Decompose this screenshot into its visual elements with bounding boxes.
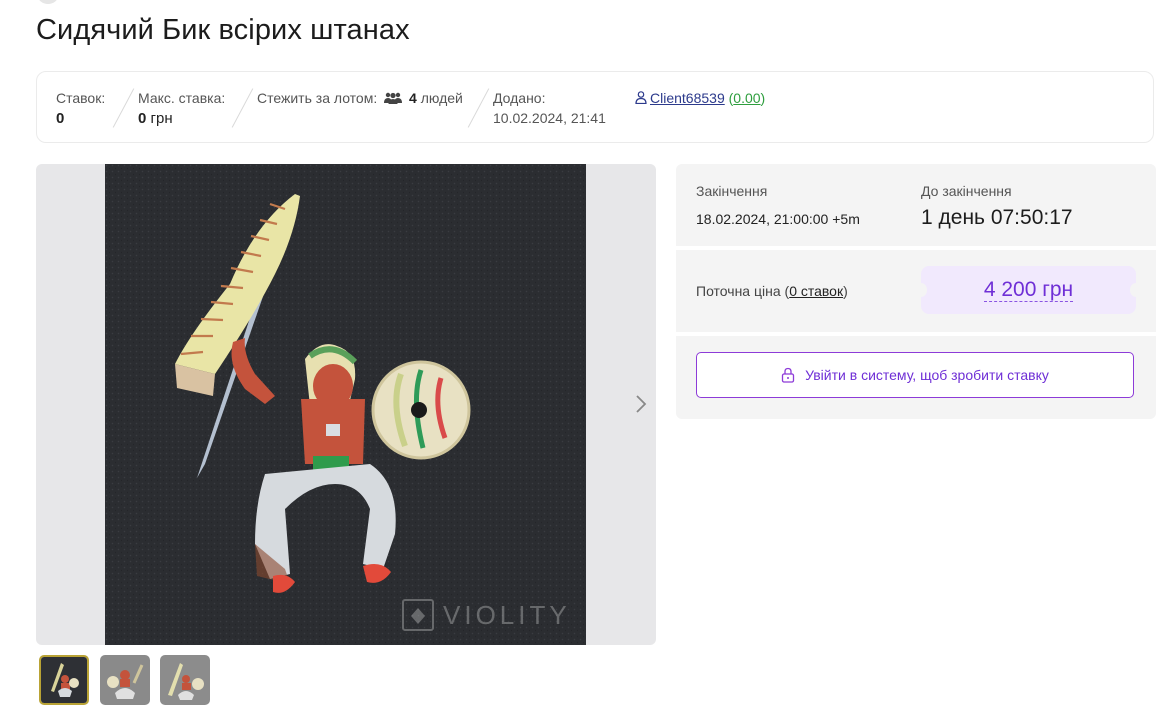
stat-max-bid: Макс. ставка: 0 грн (138, 90, 225, 127)
lock-icon (781, 367, 795, 383)
added-value: 10.02.2024, 21:41 (493, 110, 606, 126)
login-to-bid-label: Увійти в систему, щоб зробити ставку (805, 367, 1049, 383)
divider (467, 88, 490, 128)
chevron-right-icon[interactable] (632, 392, 650, 416)
current-price-label: Поточна ціна (0 ставок) (696, 283, 848, 299)
stat-watchers: Стежить за лотом: 4 людей (257, 90, 463, 106)
watch-label: Стежить за лотом: (257, 90, 378, 106)
bids-label: Ставок: (56, 90, 106, 106)
max-bid-currency: грн (150, 110, 173, 127)
user-icon (635, 91, 647, 104)
thumbnail-1[interactable] (39, 655, 89, 705)
stat-added: Додано: 10.02.2024, 21:41 (493, 90, 606, 126)
lot-photo[interactable]: VIOLITY (105, 164, 586, 645)
current-price-panel: Поточна ціна (0 ставок) 4 200 грн (676, 250, 1156, 332)
end-label: Закінчення (696, 183, 768, 199)
image-gallery: VIOLITY (36, 164, 656, 645)
page-title: Сидячий Бик всірих штанах (36, 14, 410, 46)
toy-figure-image: VIOLITY (105, 164, 586, 645)
current-price[interactable]: 4 200 грн (915, 266, 1142, 314)
bids-value: 0 (56, 110, 65, 127)
seller-rating[interactable]: (0.00) (729, 90, 766, 106)
lot-stats-bar: Ставок: 0 Макс. ставка: 0 грн Стежить за… (36, 71, 1154, 143)
end-date: 18.02.2024, 21:00:00 +5m (696, 211, 860, 227)
ticket-notch (915, 283, 927, 297)
remaining-label: До закінчення (921, 183, 1012, 199)
divider (231, 88, 254, 128)
countdown-timer: 1 день 07:50:17 (921, 206, 1073, 229)
watch-suffix: людей (420, 90, 463, 106)
added-label: Додано: (493, 90, 546, 106)
current-price-value: 4 200 грн (983, 278, 1074, 302)
max-bid-value: 0 (138, 110, 147, 127)
bids-count-link[interactable]: 0 ставок (789, 283, 843, 299)
thumbnail-2[interactable] (100, 655, 150, 705)
thumbnail-3[interactable] (160, 655, 210, 705)
bid-action-panel: Увійти в систему, щоб зробити ставку (676, 336, 1156, 419)
max-bid-label: Макс. ставка: (138, 90, 226, 106)
auction-end-panel: Закінчення 18.02.2024, 21:00:00 +5m До з… (676, 164, 1156, 246)
stat-bids: Ставок: 0 (56, 90, 105, 127)
divider (112, 88, 135, 128)
watch-count: 4 (409, 90, 417, 106)
people-group-icon (384, 92, 403, 104)
login-to-bid-button[interactable]: Увійти в систему, щоб зробити ставку (696, 352, 1134, 398)
watermark-text: VIOLITY (443, 600, 571, 630)
top-decor (38, 0, 58, 4)
seller-link[interactable]: Client68539 (650, 90, 725, 106)
seller-info: Client68539 (0.00) (635, 90, 765, 106)
ticket-notch (1130, 283, 1142, 297)
